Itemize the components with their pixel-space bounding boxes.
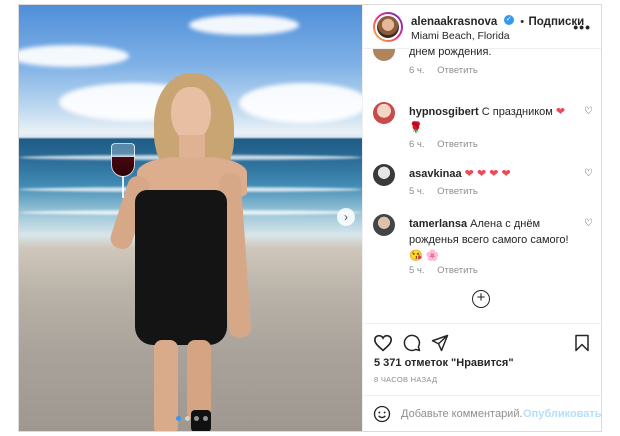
comment-username[interactable]: tamerlansa <box>409 218 467 230</box>
comment-time: 5 ч. <box>409 265 425 276</box>
verified-badge-icon: ✓ <box>503 15 514 26</box>
avatar-image <box>375 13 401 40</box>
comment-like-icon[interactable]: ♡ <box>584 218 593 229</box>
reply-button[interactable]: Ответить <box>437 65 478 76</box>
username-link[interactable]: alenaakrasnova <box>411 16 497 28</box>
avatar[interactable] <box>373 11 403 42</box>
comment-avatar[interactable] <box>373 102 395 124</box>
carousel-dot <box>176 416 181 421</box>
likes-count[interactable]: 5 371 отметок "Нравится" <box>374 357 514 369</box>
comment-time: 5 ч. <box>409 186 425 197</box>
wine-glass-stem <box>122 176 124 198</box>
comment-avatar[interactable] <box>373 49 395 61</box>
comment-like-icon[interactable]: ♡ <box>584 168 593 179</box>
comment-input[interactable] <box>401 407 523 420</box>
post-timestamp: 8 ЧАСОВ НАЗАД <box>374 375 438 384</box>
cloud <box>239 83 362 123</box>
heart-emoji-icon: ❤ ❤ ❤ ❤ <box>464 168 511 180</box>
comment-time: 6 ч. <box>409 65 425 76</box>
comment-text: hypnosgibert С праздником ❤ 🌹 <box>409 105 577 137</box>
cloud <box>19 45 129 67</box>
comment-like-icon[interactable]: ♡ <box>584 106 593 117</box>
comment-meta: 6 ч. Ответить <box>409 65 488 76</box>
comment-username[interactable]: asavkinaa <box>409 168 462 180</box>
save-bookmark-icon[interactable] <box>574 334 590 352</box>
comment-icon[interactable] <box>403 334 421 352</box>
share-icon[interactable] <box>431 334 449 352</box>
emoji-icon[interactable] <box>373 405 391 423</box>
more-options-icon[interactable]: ••• <box>573 19 591 35</box>
like-icon[interactable] <box>373 334 393 352</box>
post-photo[interactable]: › <box>19 5 362 431</box>
comment-avatar[interactable] <box>373 164 395 186</box>
comment-text: tamerlansa Алена с днём рожденья всего с… <box>409 217 577 265</box>
comment-text: asavkinaa ❤ ❤ ❤ ❤ <box>409 167 577 183</box>
model-leg <box>154 340 178 431</box>
carousel-dot <box>203 416 208 421</box>
comment-message: С праздником <box>481 106 553 118</box>
carousel-dot <box>194 416 199 421</box>
load-more-comments-icon[interactable]: + <box>472 290 490 308</box>
publish-button[interactable]: Опубликовать <box>523 408 602 420</box>
comment-time: 6 ч. <box>409 139 425 150</box>
instagram-post: › alenaakrasnova ✓ • Подписки Miami Beac… <box>18 4 602 432</box>
location-link[interactable]: Miami Beach, Florida <box>411 30 584 43</box>
carousel-indicator <box>176 416 208 421</box>
comment-meta: 5 ч. Ответить <box>409 265 488 276</box>
model-face <box>171 87 211 141</box>
comment-username[interactable]: hypnosgibert <box>409 106 479 118</box>
carousel-next-button[interactable]: › <box>337 208 355 226</box>
comments-list[interactable]: днём рождения. 6 ч. Ответить hypnosgiber… <box>363 49 602 323</box>
model-leg <box>187 340 211 420</box>
carousel-dot <box>185 416 190 421</box>
reply-button[interactable]: Ответить <box>437 265 478 276</box>
cloud <box>189 15 299 35</box>
separator-dot: • <box>520 15 525 28</box>
reply-button[interactable]: Ответить <box>437 186 478 197</box>
comment-meta: 5 ч. Ответить <box>409 186 488 197</box>
action-bar <box>363 323 602 359</box>
emoji-icon: 😘 🌸 <box>409 249 440 262</box>
comment-meta: 6 ч. Ответить <box>409 139 488 150</box>
black-dress <box>135 190 227 345</box>
comment-text: днём рождения. <box>409 49 492 58</box>
post-header-text: alenaakrasnova ✓ • Подписки Miami Beach,… <box>411 11 584 43</box>
add-comment-bar: Опубликовать <box>363 395 602 431</box>
post-header: alenaakrasnova ✓ • Подписки Miami Beach,… <box>363 5 601 49</box>
reply-button[interactable]: Ответить <box>437 139 478 150</box>
wine-glass <box>111 143 135 177</box>
post-sidebar: alenaakrasnova ✓ • Подписки Miami Beach,… <box>362 5 602 431</box>
comment-avatar[interactable] <box>373 214 395 236</box>
